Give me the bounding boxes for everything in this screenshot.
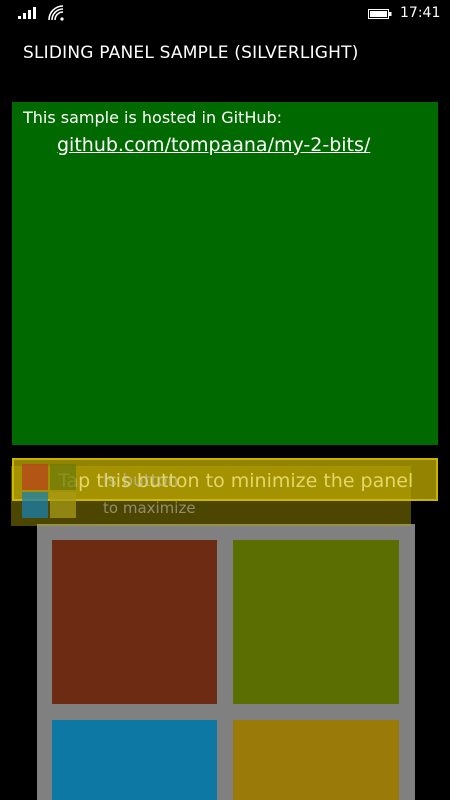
page-title: SLIDING PANEL SAMPLE (SILVERLIGHT) (23, 43, 359, 63)
app-screen: 17:41 SLIDING PANEL SAMPLE (SILVERLIGHT)… (0, 0, 450, 800)
tile-yellow[interactable] (233, 720, 399, 800)
tile-red[interactable] (52, 540, 217, 704)
logo-tile-red (22, 464, 48, 490)
wifi-icon (48, 5, 64, 21)
logo-tile-yellow (50, 492, 76, 518)
github-link[interactable]: github.com/tompaana/my-2-bits/ (57, 132, 370, 158)
status-time: 17:41 (400, 5, 441, 21)
status-bar: 17:41 (0, 0, 450, 28)
logo-tile-blue (22, 492, 48, 518)
battery-icon (368, 9, 392, 19)
tile-board (37, 524, 415, 800)
ghost-button-label-line2: to maximize (103, 499, 196, 517)
logo-tile-green (50, 464, 76, 490)
ghost-button-label-line1: Is button (103, 471, 179, 491)
tile-blue[interactable] (52, 720, 217, 800)
sliding-panel: This sample is hosted in GitHub: github.… (12, 102, 438, 445)
tiles-logo-icon (22, 464, 80, 522)
signal-strength-icon (18, 7, 36, 19)
panel-caption: This sample is hosted in GitHub: (23, 108, 283, 127)
tile-olive[interactable] (233, 540, 399, 704)
